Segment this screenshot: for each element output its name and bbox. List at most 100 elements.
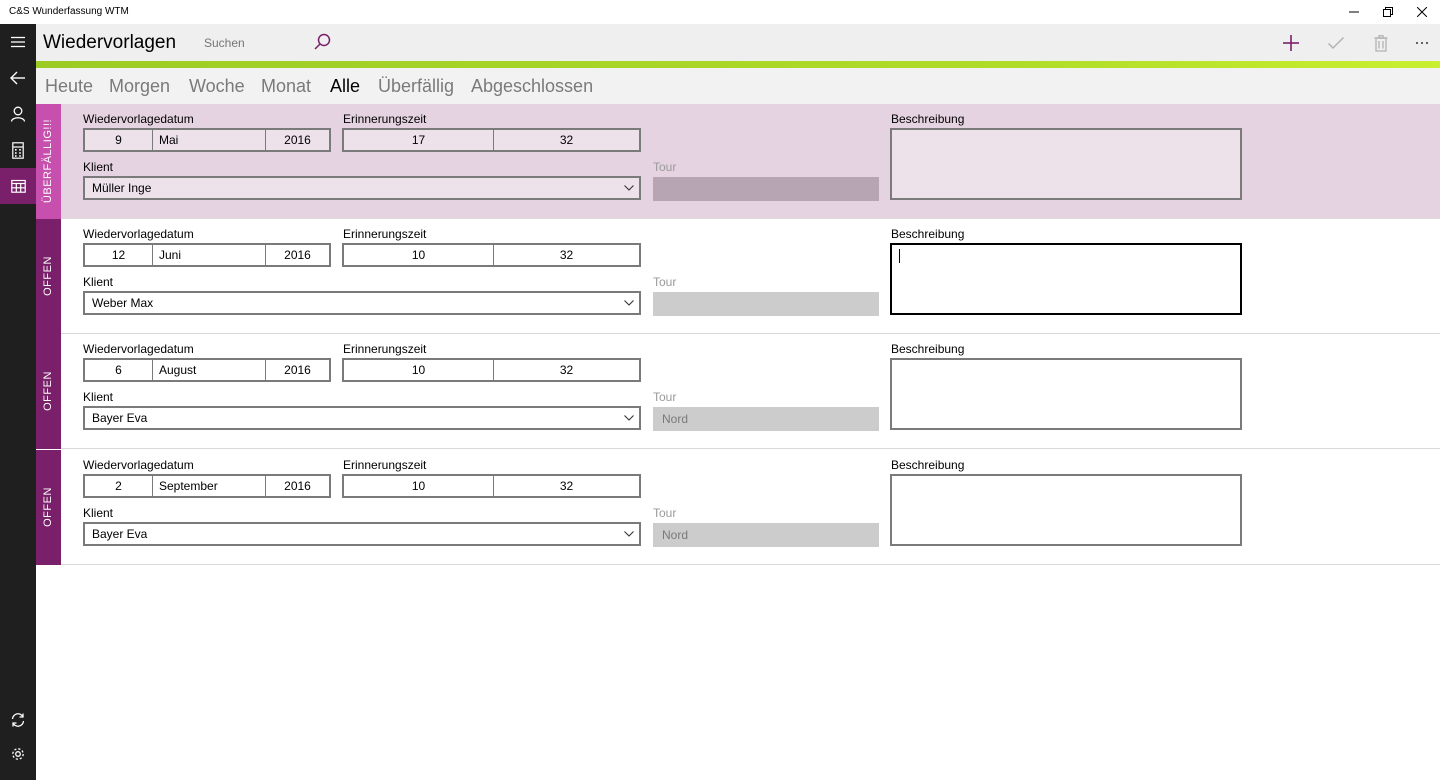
month-field[interactable]: August xyxy=(152,360,265,380)
year-field[interactable]: 2016 xyxy=(265,130,329,150)
calculator-icon xyxy=(12,141,24,159)
sync-button[interactable] xyxy=(0,702,36,738)
client-label: Klient xyxy=(83,160,114,174)
description-label: Beschreibung xyxy=(891,227,965,241)
gear-icon xyxy=(12,748,24,760)
tab-woche[interactable]: Woche xyxy=(189,76,245,97)
client-dropdown[interactable]: Weber Max xyxy=(83,291,641,315)
filter-tabs: Heute Morgen Woche Monat Alle Überfällig… xyxy=(36,68,1440,104)
client-dropdown[interactable]: Bayer Eva xyxy=(83,522,641,546)
status-strip: OFFEN xyxy=(36,334,61,449)
client-dropdown[interactable]: Müller Inge xyxy=(83,176,641,200)
nav-calendar[interactable] xyxy=(0,168,36,204)
time-picker[interactable]: 10 32 xyxy=(342,474,641,498)
status-strip: ÜBERFÄLLIG!!! xyxy=(36,104,61,219)
client-label: Klient xyxy=(83,275,114,289)
tab-abgeschlossen[interactable]: Abgeschlossen xyxy=(471,76,593,97)
date-picker[interactable]: 2 September 2016 xyxy=(83,474,331,498)
menu-button[interactable] xyxy=(0,24,36,60)
close-button[interactable] xyxy=(1405,0,1439,24)
chevron-down-icon xyxy=(624,415,634,421)
add-button[interactable] xyxy=(1277,29,1305,57)
day-field[interactable]: 6 xyxy=(85,360,152,380)
chevron-down-icon xyxy=(624,300,634,306)
day-field[interactable]: 12 xyxy=(85,245,152,265)
more-button[interactable] xyxy=(1408,29,1436,57)
description-textarea[interactable] xyxy=(890,358,1242,430)
chevron-down-icon xyxy=(624,531,634,537)
tab-alle[interactable]: Alle xyxy=(330,76,360,97)
window-titlebar: C&S Wunderfassung WTM xyxy=(0,0,1440,24)
tour-field xyxy=(653,292,879,316)
search-icon[interactable] xyxy=(312,32,332,52)
reminder-row: OFFEN Wiedervorlagedatum Erinnerungszeit… xyxy=(36,450,1440,565)
minute-field[interactable]: 32 xyxy=(493,245,639,265)
description-textarea[interactable] xyxy=(890,243,1242,315)
time-picker[interactable]: 10 32 xyxy=(342,243,641,267)
add-icon xyxy=(1283,35,1299,51)
time-picker[interactable]: 17 32 xyxy=(342,128,641,152)
minute-field[interactable]: 32 xyxy=(493,130,639,150)
time-label: Erinnerungszeit xyxy=(343,458,427,472)
settings-button[interactable] xyxy=(0,736,36,772)
description-label: Beschreibung xyxy=(891,112,965,126)
month-field[interactable]: September xyxy=(152,476,265,496)
date-picker[interactable]: 12 Juni 2016 xyxy=(83,243,331,267)
hour-field[interactable]: 10 xyxy=(344,245,493,265)
back-arrow-icon xyxy=(10,71,25,85)
tour-field: Nord xyxy=(653,523,879,547)
time-label: Erinnerungszeit xyxy=(343,342,427,356)
date-picker[interactable]: 9 Mai 2016 xyxy=(83,128,331,152)
hour-field[interactable]: 10 xyxy=(344,476,493,496)
month-field[interactable]: Juni xyxy=(152,245,265,265)
minute-field[interactable]: 32 xyxy=(493,360,639,380)
status-label: OFFEN xyxy=(42,256,54,296)
tour-label: Tour xyxy=(653,160,677,174)
date-picker[interactable]: 6 August 2016 xyxy=(83,358,331,382)
reminder-row: OFFEN Wiedervorlagedatum Erinnerungszeit… xyxy=(36,219,1440,334)
hamburger-icon xyxy=(11,36,25,48)
day-field[interactable]: 9 xyxy=(85,130,152,150)
tour-label: Tour xyxy=(653,390,677,404)
hour-field[interactable]: 10 xyxy=(344,360,493,380)
year-field[interactable]: 2016 xyxy=(265,476,329,496)
tour-label: Tour xyxy=(653,275,677,289)
date-label: Wiedervorlagedatum xyxy=(83,112,194,126)
tour-field: Nord xyxy=(653,407,879,431)
month-field[interactable]: Mai xyxy=(152,130,265,150)
window-title: C&S Wunderfassung WTM xyxy=(9,6,129,17)
status-label: OFFEN xyxy=(42,487,54,527)
nav-calculator[interactable] xyxy=(0,132,36,168)
client-value: Bayer Eva xyxy=(92,411,148,425)
reminder-row: OFFEN Wiedervorlagedatum Erinnerungszeit… xyxy=(36,334,1440,449)
description-textarea[interactable] xyxy=(890,128,1242,200)
tab-morgen[interactable]: Morgen xyxy=(109,76,170,97)
time-picker[interactable]: 10 32 xyxy=(342,358,641,382)
minute-field[interactable]: 32 xyxy=(493,476,639,496)
tab-heute[interactable]: Heute xyxy=(45,76,93,97)
client-value: Bayer Eva xyxy=(92,527,148,541)
minimize-icon xyxy=(1349,11,1359,13)
year-field[interactable]: 2016 xyxy=(265,360,329,380)
complete-button[interactable] xyxy=(1322,29,1350,57)
app-header: Wiedervorlagen xyxy=(36,24,1440,61)
description-textarea[interactable] xyxy=(890,474,1242,546)
day-field[interactable]: 2 xyxy=(85,476,152,496)
year-field[interactable]: 2016 xyxy=(265,245,329,265)
tab-ueberfaellig[interactable]: Überfällig xyxy=(378,76,454,97)
tab-monat[interactable]: Monat xyxy=(261,76,311,97)
hour-field[interactable]: 17 xyxy=(344,130,493,150)
client-label: Klient xyxy=(83,390,114,404)
delete-button[interactable] xyxy=(1367,29,1395,57)
nav-clients[interactable] xyxy=(0,96,36,132)
description-label: Beschreibung xyxy=(891,458,965,472)
restore-button[interactable] xyxy=(1371,0,1405,24)
client-dropdown[interactable]: Bayer Eva xyxy=(83,406,641,430)
person-icon xyxy=(10,106,26,122)
reminder-row: ÜBERFÄLLIG!!! Wiedervorlagedatum Erinner… xyxy=(36,104,1440,219)
accent-bar xyxy=(36,61,1440,68)
restore-icon xyxy=(1383,7,1393,17)
delete-icon xyxy=(1374,34,1388,52)
back-button[interactable] xyxy=(0,60,36,96)
minimize-button[interactable] xyxy=(1337,0,1371,24)
